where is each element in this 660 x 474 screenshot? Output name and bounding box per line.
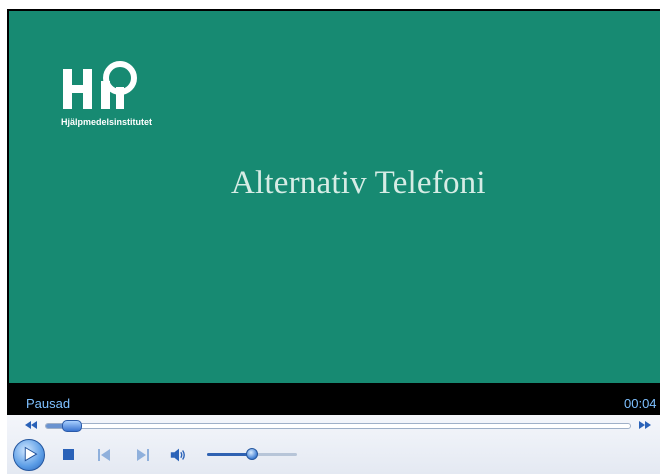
playback-status: Pausad (26, 396, 71, 411)
play-icon (24, 446, 38, 462)
speaker-icon[interactable] (169, 446, 189, 464)
status-bar: Pausad 00:04 (7, 383, 660, 415)
seek-bar[interactable] (45, 420, 631, 432)
rewind-icon[interactable] (23, 419, 39, 431)
video-title: Alternativ Telefoni (231, 165, 486, 201)
play-button[interactable] (13, 439, 45, 471)
hi-logo (63, 61, 137, 109)
previous-icon[interactable] (95, 446, 115, 464)
elapsed-time: 00:04 (624, 396, 657, 411)
seek-row (7, 417, 660, 433)
stop-icon[interactable] (59, 446, 79, 464)
seek-handle[interactable] (62, 420, 82, 432)
control-bar (7, 415, 660, 474)
window-top-edge (0, 0, 660, 9)
logo-caption: Hjälpmedelsinstitutet (61, 117, 153, 127)
volume-slider[interactable] (207, 448, 297, 460)
media-player: Hjälpmedelsinstitutet Alternativ Telefon… (0, 0, 660, 474)
volume-handle[interactable] (246, 448, 258, 460)
fast-forward-icon[interactable] (637, 419, 653, 431)
video-frame: Hjälpmedelsinstitutet Alternativ Telefon… (7, 9, 660, 383)
next-icon[interactable] (133, 446, 153, 464)
video-area[interactable]: Hjälpmedelsinstitutet Alternativ Telefon… (9, 11, 660, 383)
